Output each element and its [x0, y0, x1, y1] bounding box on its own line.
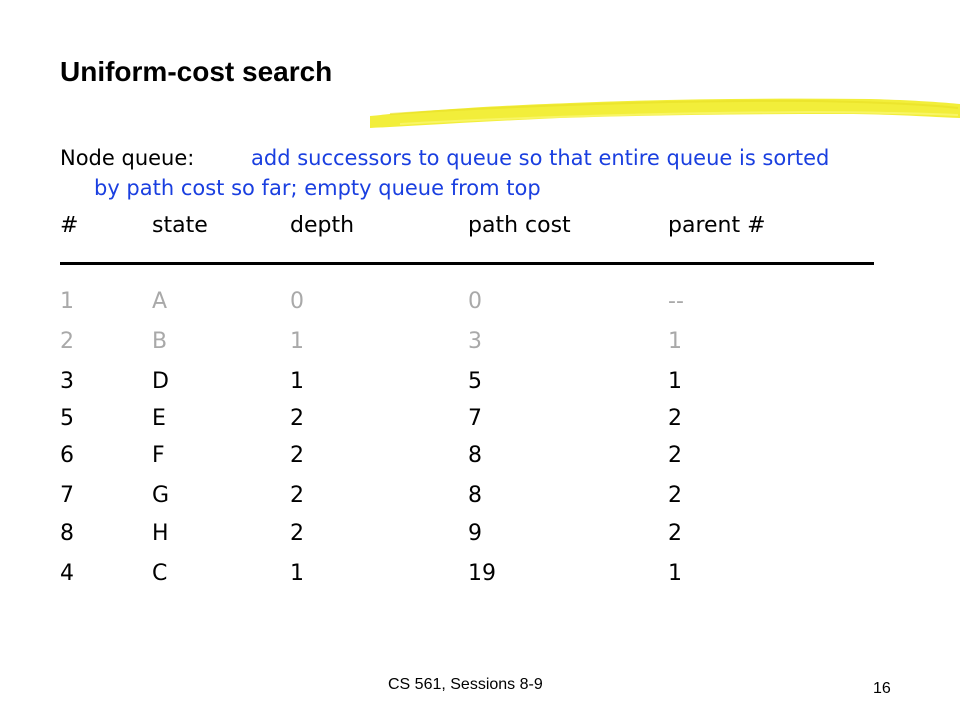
row-state: B — [152, 329, 168, 354]
row-parent: 1 — [668, 329, 682, 354]
row-depth: 1 — [290, 369, 304, 394]
row-path-cost: 3 — [468, 329, 482, 354]
queue-description: Node queue: add successors to queue so t… — [60, 143, 920, 203]
header-divider — [60, 262, 874, 265]
table-header: # state depth path cost parent # — [60, 213, 880, 243]
row-parent: 2 — [668, 521, 682, 546]
header-path-cost: path cost — [468, 213, 571, 238]
row-number: 2 — [60, 329, 74, 354]
row-depth: 2 — [290, 483, 304, 508]
row-depth: 1 — [290, 329, 304, 354]
row-number: 7 — [60, 483, 74, 508]
queue-description-line1: add successors to queue so that entire q… — [251, 146, 830, 170]
footer-page-number: 16 — [873, 680, 891, 697]
row-parent: 1 — [668, 561, 682, 586]
row-number: 8 — [60, 521, 74, 546]
row-state: C — [152, 561, 168, 586]
row-state: A — [152, 289, 168, 314]
queue-description-line2: by path cost so far; empty queue from to… — [94, 176, 541, 200]
row-state: G — [152, 483, 170, 508]
footer-course: CS 561, Sessions 8-9 — [388, 676, 543, 693]
row-depth: 2 — [290, 406, 304, 431]
row-parent: 1 — [668, 369, 682, 394]
row-path-cost: 8 — [468, 443, 482, 468]
row-number: 5 — [60, 406, 74, 431]
queue-label: Node queue: — [60, 146, 195, 170]
row-depth: 2 — [290, 521, 304, 546]
row-number: 4 — [60, 561, 74, 586]
row-state: D — [152, 369, 169, 394]
slide-title: Uniform-cost search — [60, 56, 333, 87]
header-parent: parent # — [668, 213, 766, 238]
row-path-cost: 0 — [468, 289, 482, 314]
row-path-cost: 19 — [468, 561, 496, 586]
row-parent: 2 — [668, 443, 682, 468]
row-state: F — [152, 443, 165, 468]
header-state: state — [152, 213, 208, 238]
row-number: 6 — [60, 443, 74, 468]
row-parent: -- — [668, 289, 684, 314]
row-depth: 0 — [290, 289, 304, 314]
row-path-cost: 7 — [468, 406, 482, 431]
row-depth: 1 — [290, 561, 304, 586]
row-parent: 2 — [668, 406, 682, 431]
row-number: 3 — [60, 369, 74, 394]
row-path-cost: 9 — [468, 521, 482, 546]
row-depth: 2 — [290, 443, 304, 468]
row-parent: 2 — [668, 483, 682, 508]
row-path-cost: 8 — [468, 483, 482, 508]
row-path-cost: 5 — [468, 369, 482, 394]
header-depth: depth — [290, 213, 355, 238]
row-state: H — [152, 521, 169, 546]
header-number: # — [60, 213, 79, 238]
row-state: E — [152, 406, 166, 431]
highlighter-stroke — [370, 98, 960, 128]
row-number: 1 — [60, 289, 74, 314]
